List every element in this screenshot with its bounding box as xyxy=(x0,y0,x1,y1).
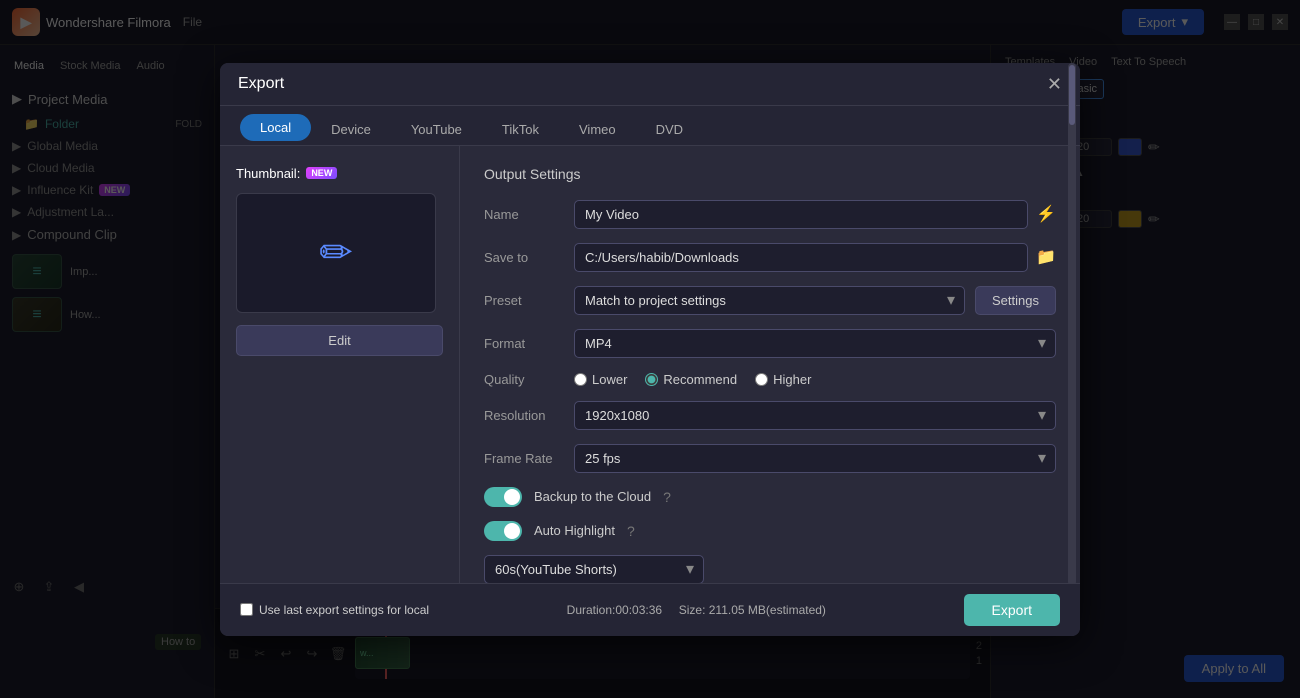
quality-options: Lower Recommend Higher xyxy=(574,372,811,387)
dialog-scrollbar[interactable] xyxy=(1068,63,1076,586)
use-last-settings-label: Use last export settings for local xyxy=(259,603,429,617)
save-to-input[interactable] xyxy=(574,243,1028,272)
yt-select-wrapper: 60s(YouTube Shorts) xyxy=(484,555,704,584)
resolution-select-wrapper: 1920x1080 xyxy=(574,401,1056,430)
dialog-tab-local[interactable]: Local xyxy=(240,114,311,141)
quality-label: Quality xyxy=(484,372,574,387)
frame-rate-select[interactable]: 25 fps xyxy=(574,444,1056,473)
dialog-tab-device[interactable]: Device xyxy=(311,114,391,145)
auto-highlight-help-icon[interactable]: ? xyxy=(627,523,635,539)
backup-cloud-label: Backup to the Cloud xyxy=(534,489,651,504)
footer-left: Use last export settings for local xyxy=(240,603,429,617)
yt-shorts-row: 60s(YouTube Shorts) xyxy=(484,555,1056,584)
app-background: ▶ Wondershare Filmora File Export ▾ — □ … xyxy=(0,0,1300,698)
export-dialog: Export ✕ Local Device YouTube TikTok Vim… xyxy=(220,63,1080,636)
dialog-footer: Use last export settings for local Durat… xyxy=(220,583,1080,636)
dialog-tab-dvd[interactable]: DVD xyxy=(636,114,703,145)
quality-lower-radio[interactable] xyxy=(574,373,587,386)
quality-lower[interactable]: Lower xyxy=(574,372,627,387)
auto-highlight-row: Auto Highlight ? xyxy=(484,521,1056,541)
thumbnail-preview: ✏ xyxy=(236,193,436,313)
frame-rate-row: Frame Rate 25 fps xyxy=(484,444,1056,473)
dialog-body: Thumbnail: NEW ✏ Edit Output Settings Na… xyxy=(220,146,1080,636)
resolution-select[interactable]: 1920x1080 xyxy=(574,401,1056,430)
output-title: Output Settings xyxy=(484,166,1056,182)
export-submit-button[interactable]: Export xyxy=(964,594,1060,626)
name-label: Name xyxy=(484,207,574,222)
backup-cloud-row: Backup to the Cloud ? xyxy=(484,487,1056,507)
preset-select-wrapper: Match to project settings xyxy=(574,286,965,315)
browse-folder-icon[interactable]: 📁 xyxy=(1036,247,1056,267)
dialog-tab-tiktok[interactable]: TikTok xyxy=(482,114,559,145)
yt-shorts-select[interactable]: 60s(YouTube Shorts) xyxy=(484,555,704,584)
preset-row: Preset Match to project settings Setting… xyxy=(484,286,1056,315)
duration-text: Duration:00:03:36 xyxy=(567,603,662,617)
thumbnail-edit-button[interactable]: Edit xyxy=(236,325,443,356)
resolution-label: Resolution xyxy=(484,408,574,423)
use-last-settings-input[interactable] xyxy=(240,603,253,616)
format-row: Format MP4 xyxy=(484,329,1056,358)
ai-icon[interactable]: ⚡ xyxy=(1036,204,1056,224)
quality-row: Quality Lower Recommend xyxy=(484,372,1056,387)
resolution-row: Resolution 1920x1080 xyxy=(484,401,1056,430)
format-label: Format xyxy=(484,336,574,351)
dialog-header: Export ✕ xyxy=(220,63,1080,106)
save-to-row: Save to 📁 xyxy=(484,243,1056,272)
dialog-close-button[interactable]: ✕ xyxy=(1047,75,1062,93)
dialog-tabs: Local Device YouTube TikTok Vimeo DVD xyxy=(220,106,1080,146)
thumbnail-label: Thumbnail: NEW xyxy=(236,166,443,181)
format-select-wrapper: MP4 xyxy=(574,329,1056,358)
quality-higher[interactable]: Higher xyxy=(755,372,811,387)
quality-higher-label: Higher xyxy=(773,372,811,387)
use-last-settings-checkbox[interactable]: Use last export settings for local xyxy=(240,603,429,617)
modal-overlay: Export ✕ Local Device YouTube TikTok Vim… xyxy=(0,0,1300,698)
name-input[interactable] xyxy=(574,200,1028,229)
format-select[interactable]: MP4 xyxy=(574,329,1056,358)
settings-button[interactable]: Settings xyxy=(975,286,1056,315)
settings-panel: Output Settings Name ⚡ Save to 📁 xyxy=(460,146,1080,636)
frame-rate-select-wrapper: 25 fps xyxy=(574,444,1056,473)
quality-recommend[interactable]: Recommend xyxy=(645,372,737,387)
backup-help-icon[interactable]: ? xyxy=(663,489,671,505)
scrollbar-thumb xyxy=(1069,65,1075,125)
dialog-tab-vimeo[interactable]: Vimeo xyxy=(559,114,636,145)
thumbnail-panel: Thumbnail: NEW ✏ Edit xyxy=(220,146,460,636)
quality-recommend-radio[interactable] xyxy=(645,373,658,386)
quality-higher-radio[interactable] xyxy=(755,373,768,386)
auto-highlight-label: Auto Highlight xyxy=(534,523,615,538)
quality-lower-label: Lower xyxy=(592,372,627,387)
frame-rate-label: Frame Rate xyxy=(484,451,574,466)
backup-cloud-toggle[interactable] xyxy=(484,487,522,507)
size-text: Size: 211.05 MB(estimated) xyxy=(679,603,826,617)
name-row: Name ⚡ xyxy=(484,200,1056,229)
quality-recommend-label: Recommend xyxy=(663,372,737,387)
auto-highlight-toggle[interactable] xyxy=(484,521,522,541)
preset-select[interactable]: Match to project settings xyxy=(574,286,965,315)
preset-label: Preset xyxy=(484,293,574,308)
dialog-title: Export xyxy=(238,75,284,93)
footer-info: Duration:00:03:36 Size: 211.05 MB(estima… xyxy=(567,603,826,617)
pencil-icon: ✏ xyxy=(319,230,353,276)
save-to-label: Save to xyxy=(484,250,574,265)
dialog-tab-youtube[interactable]: YouTube xyxy=(391,114,482,145)
thumbnail-new-badge: NEW xyxy=(306,167,337,179)
